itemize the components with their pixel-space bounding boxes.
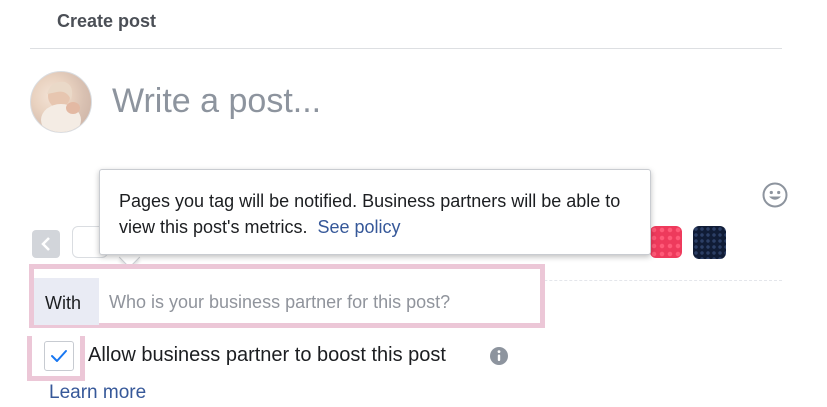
boost-label: Allow business partner to boost this pos…	[88, 344, 446, 366]
avatar-image	[41, 81, 81, 132]
learn-more-link[interactable]: Learn more	[49, 382, 146, 404]
tooltip-text: Pages you tag will be notified. Business…	[119, 188, 639, 240]
page-title: Create post	[57, 11, 157, 31]
avatar[interactable]	[30, 71, 92, 133]
background-swatch-red[interactable]	[650, 226, 682, 258]
with-label: With	[45, 293, 81, 313]
emoji-icon[interactable]	[762, 182, 788, 208]
info-icon[interactable]	[489, 346, 509, 366]
header-divider	[30, 48, 782, 49]
see-policy-link[interactable]: See policy	[318, 217, 401, 237]
check-icon	[51, 350, 67, 362]
background-swatch-navy[interactable]	[693, 226, 726, 259]
business-partner-input[interactable]	[101, 281, 553, 323]
chevron-left-icon[interactable]	[32, 230, 60, 258]
boost-checkbox[interactable]	[44, 341, 74, 371]
post-composer[interactable]: Write a post...	[112, 82, 321, 121]
